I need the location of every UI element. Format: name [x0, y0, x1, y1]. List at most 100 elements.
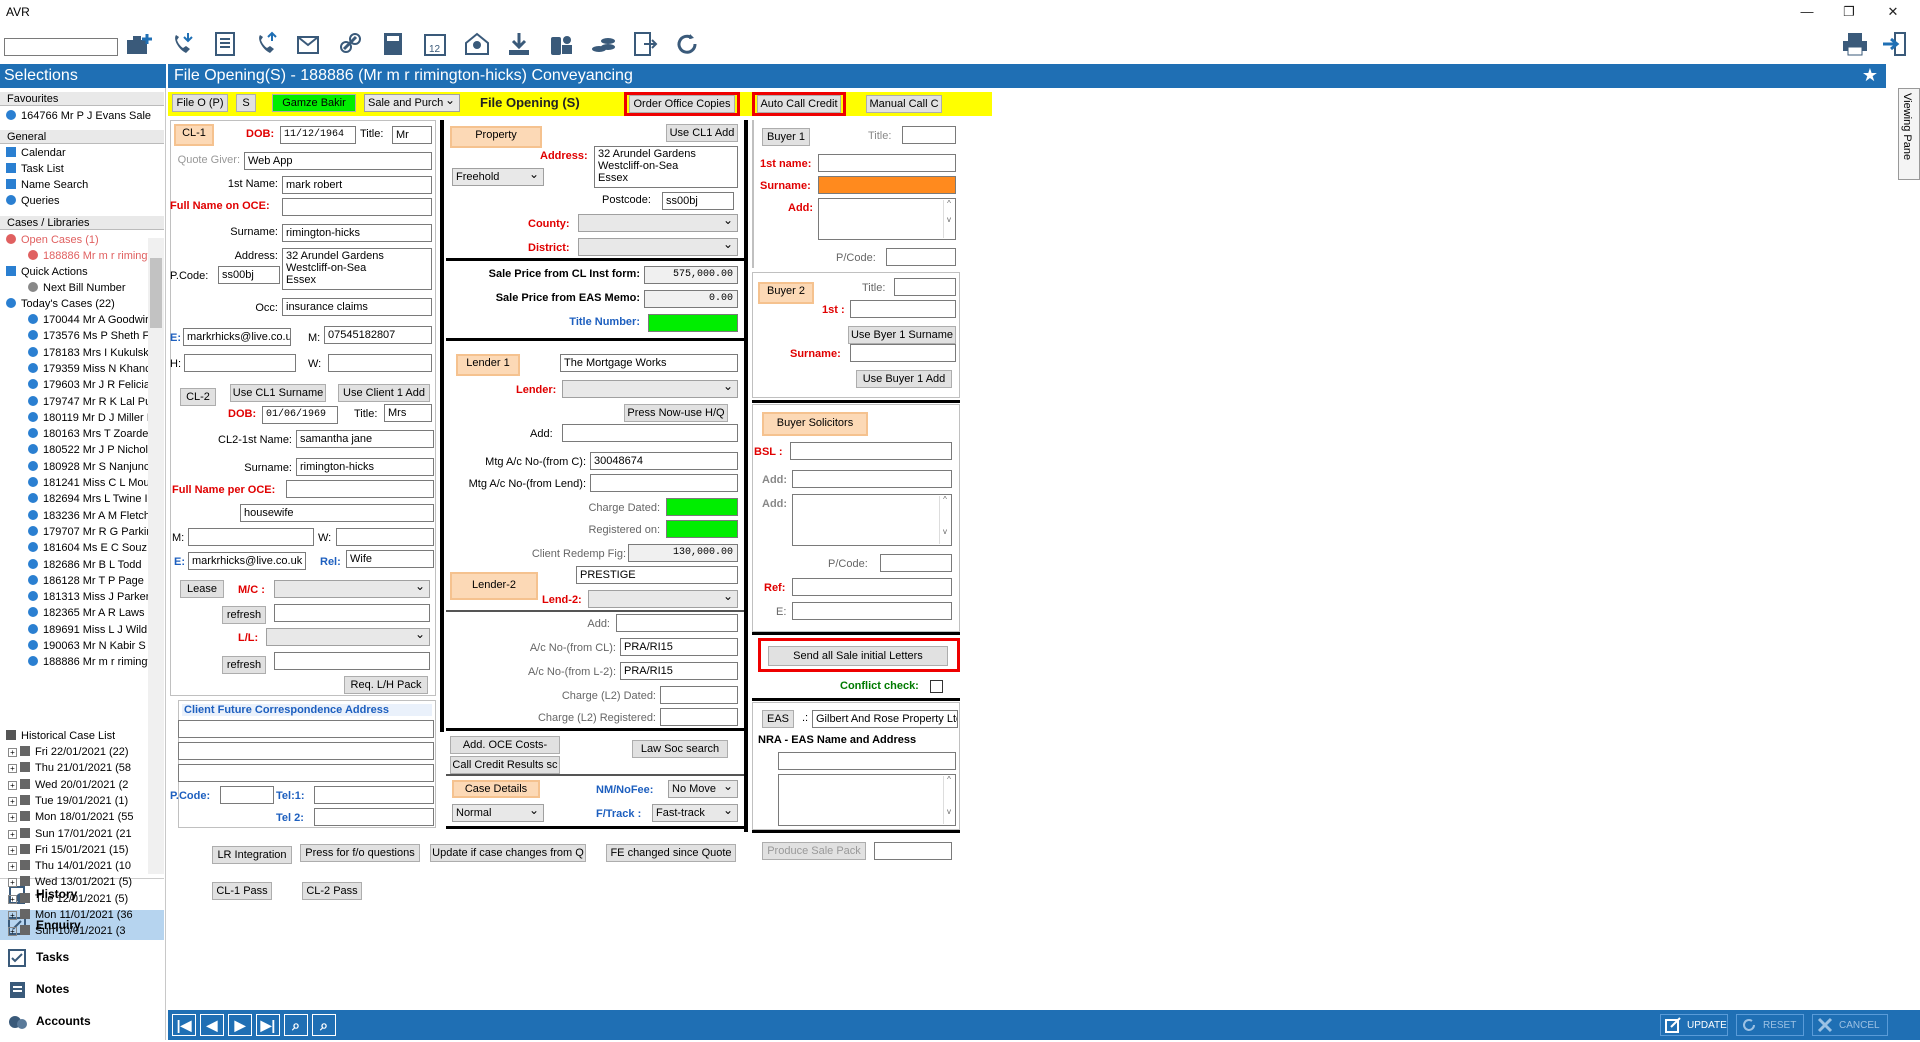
sidebar-open-cases[interactable]: Open Cases (1) — [6, 232, 99, 248]
todays-case-item[interactable]: 179707 Mr R G Parkir — [28, 524, 148, 540]
bsl-field[interactable] — [790, 442, 952, 460]
bs-pcode-field[interactable] — [880, 554, 952, 572]
lender2-name-field[interactable]: PRESTIGE — [576, 566, 738, 584]
cl2-first-name-field[interactable]: samantha jane — [296, 430, 434, 448]
quote-giver-field[interactable]: Web App — [244, 152, 432, 170]
logout-icon[interactable] — [1880, 30, 1910, 58]
eas-button[interactable]: EAS — [762, 710, 794, 728]
case-details-button[interactable]: Case Details — [452, 780, 540, 798]
todays-case-item[interactable]: 182686 Mr B L Todd — [28, 557, 148, 573]
sale-price-eas-field[interactable]: 0.00 — [644, 290, 738, 308]
expand-icon[interactable]: + — [8, 911, 17, 920]
money-icon[interactable] — [588, 30, 618, 58]
todays-case-item[interactable]: 181241 Miss C L Mou — [28, 475, 148, 491]
todays-case-item[interactable]: 179603 Mr J R Felicia — [28, 377, 148, 393]
favourite-star-icon[interactable]: ★ — [1862, 65, 1878, 86]
nav-accounts[interactable]: Accounts — [0, 1006, 164, 1036]
cl2-surname-field[interactable]: rimington-hicks — [296, 458, 434, 476]
sidebar-next-bill[interactable]: Next Bill Number — [28, 280, 126, 296]
buyer1-add-field[interactable]: ^ v — [818, 198, 956, 240]
viewing-pane-tab[interactable]: Viewing Pane — [1898, 88, 1920, 180]
mtg-ac-lend-field[interactable] — [590, 474, 738, 492]
buyer2-surname-field[interactable] — [850, 344, 956, 362]
first-record-icon[interactable]: |◀ — [172, 1014, 196, 1036]
sidebar-section-general[interactable]: General — [0, 130, 164, 144]
county-select[interactable] — [578, 214, 738, 232]
cl1-email-field[interactable]: markrhicks@live.co.u — [183, 328, 291, 346]
expand-icon[interactable]: + — [8, 829, 17, 839]
cl2-mobile-field[interactable] — [188, 528, 314, 546]
future-address-line-1[interactable] — [178, 720, 434, 738]
buyer1-title-field[interactable] — [902, 126, 956, 144]
todays-case-item[interactable]: 182365 Mr A R Laws — [28, 605, 148, 621]
previous-record-icon[interactable]: ◀ — [200, 1014, 224, 1036]
future-address-line-3[interactable] — [178, 764, 434, 782]
manual-call-button[interactable]: Manual Call C — [866, 95, 942, 113]
press-fo-questions-button[interactable]: Press for f/o questions — [300, 844, 420, 862]
nav-notes[interactable]: Notes — [0, 974, 164, 1004]
next-record-icon[interactable]: ▶ — [228, 1014, 252, 1036]
cl1-full-name-oce-field[interactable] — [282, 198, 432, 216]
redemp-field[interactable]: 130,000.00 — [628, 544, 738, 562]
buyer1-surname-field[interactable] — [818, 176, 956, 194]
mail-open-icon[interactable] — [462, 30, 492, 58]
cl1-button[interactable]: CL-1 — [174, 124, 214, 146]
history-date-item[interactable]: + Mon 11/01/2021 (36 — [8, 907, 148, 923]
use-buyer1-add-button[interactable]: Use Buyer 1 Add — [856, 370, 952, 388]
expand-icon[interactable]: + — [8, 764, 17, 774]
order-copies-button[interactable]: Order Office Copies — [629, 95, 735, 113]
ll-field[interactable] — [274, 652, 430, 670]
link-icon[interactable] — [336, 30, 366, 58]
buyer2-first-field[interactable] — [850, 300, 956, 318]
toolbar-search-input[interactable] — [4, 38, 118, 56]
cl2-button[interactable]: CL-2 — [180, 388, 216, 406]
produce-sale-pack-button[interactable]: Produce Sale Pack — [762, 842, 866, 860]
cl1-first-name-field[interactable]: mark robert — [282, 176, 432, 194]
nm-nofee-select[interactable]: No Move — [668, 780, 738, 798]
charge-dated-field[interactable] — [666, 498, 738, 516]
auto-call-credit-button[interactable]: Auto Call Credit — [757, 95, 841, 113]
email-edit-icon[interactable] — [294, 30, 324, 58]
normal-select[interactable]: Normal — [452, 804, 544, 822]
lr-integration-button[interactable]: LR Integration — [212, 846, 292, 864]
cl1-mobile-field[interactable]: 07545182807 — [324, 326, 432, 344]
cl1-address-field[interactable]: 32 Arundel Gardens Westcliff-on-Sea Esse… — [282, 248, 432, 290]
nra-address-field[interactable]: ^ v — [778, 774, 956, 826]
expand-icon[interactable]: + — [8, 796, 17, 806]
property-address-field[interactable]: 32 Arundel Gardens Westcliff-on-Sea Esse… — [594, 146, 738, 188]
contact-phone-icon[interactable] — [546, 30, 576, 58]
expand-icon[interactable]: + — [8, 894, 17, 904]
sidebar-section-cases[interactable]: Cases / Libraries — [0, 216, 164, 230]
nav-tasks[interactable]: Tasks — [0, 942, 164, 972]
todays-case-item[interactable]: 179359 Miss N Khanc — [28, 361, 148, 377]
use-cl1-surname-button[interactable]: Use CL1 Surname — [230, 384, 326, 402]
use-cl1-add-button[interactable]: Use CL1 Add — [666, 124, 738, 142]
expand-icon[interactable]: + — [8, 927, 17, 937]
ll-select[interactable] — [266, 628, 430, 646]
todays-case-item[interactable]: 170044 Mr A Goodwir — [28, 312, 148, 328]
history-date-item[interactable]: + Tue 12/01/2021 (5) — [8, 891, 148, 907]
todays-case-item[interactable]: 186128 Mr T P Page — [28, 573, 148, 589]
close-icon[interactable]: ✕ — [1878, 2, 1908, 22]
registered-on-field[interactable] — [666, 520, 738, 538]
use-byer1-surname-button[interactable]: Use Byer 1 Surname — [848, 326, 956, 344]
cl2-dob-field[interactable]: 01/06/1969 — [262, 406, 338, 424]
todays-case-item[interactable]: 182694 Mrs L Twine I — [28, 491, 148, 507]
sidebar-historical[interactable]: Historical Case List — [6, 728, 115, 744]
mc-select[interactable] — [274, 580, 430, 598]
conflict-check-checkbox[interactable] — [930, 680, 943, 693]
phone-out-icon[interactable] — [252, 30, 282, 58]
cl1-title-field[interactable]: Mr — [392, 126, 432, 144]
new-case-icon[interactable] — [124, 30, 154, 58]
todays-case-item[interactable]: 180119 Mr D J Miller I — [28, 410, 148, 426]
history-date-item[interactable]: + Fri 15/01/2021 (15) — [8, 842, 148, 858]
cl2-email-field[interactable]: markrhicks@live.co.uk — [188, 552, 306, 570]
scroll-arrows[interactable]: ^ v — [943, 200, 954, 238]
todays-case-item[interactable]: 181313 Miss J Parker — [28, 589, 148, 605]
bs-address-field[interactable]: ^ v — [792, 494, 952, 546]
cancel-button[interactable]: CANCEL — [1812, 1014, 1888, 1036]
future-address-line-2[interactable] — [178, 742, 434, 760]
history-date-item[interactable]: + Wed 13/01/2021 (5) — [8, 874, 148, 890]
scrollbar-thumb[interactable] — [150, 258, 162, 328]
rel-field[interactable]: Wife — [346, 550, 434, 568]
